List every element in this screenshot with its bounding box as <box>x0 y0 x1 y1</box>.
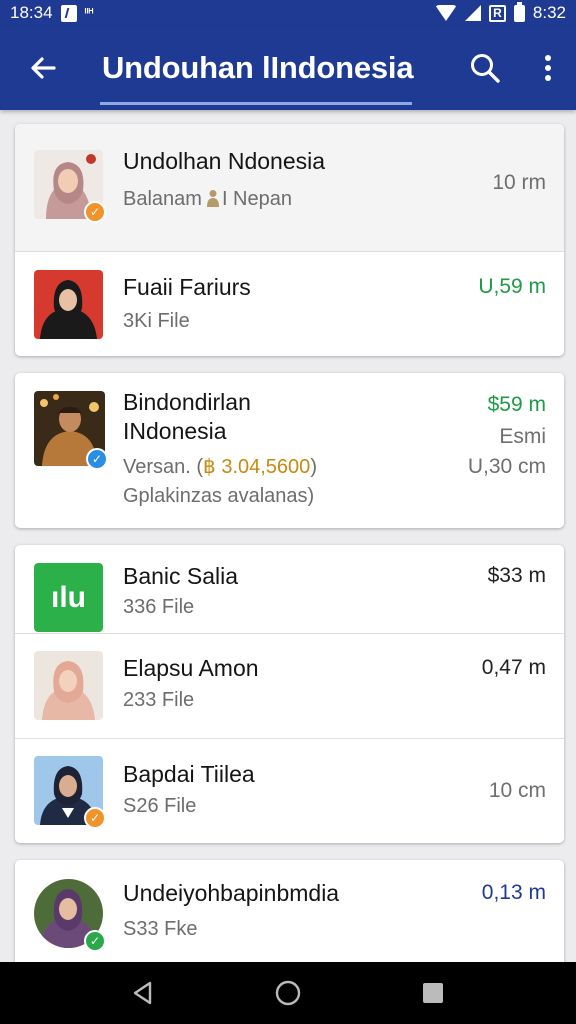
item-name: Banic Salia <box>123 563 239 589</box>
list-item[interactable]: Elapsu Amon 233 File 0,47 m <box>15 634 564 739</box>
item-name: Elapsu Amon <box>123 655 259 681</box>
signal-icon <box>464 5 481 21</box>
list-card: ✓ Bindondirlan INdonesia Versan. (฿ 3.04… <box>15 373 564 528</box>
nav-recents-button[interactable] <box>413 973 453 1013</box>
item-name-line1: Bindondirlan <box>123 389 251 415</box>
item-subtitle: 336 File <box>123 596 195 618</box>
app-logo: ılu <box>34 563 103 632</box>
item-subtitle: S33 Fke <box>123 918 198 940</box>
wifi-icon <box>434 5 457 21</box>
square-recents-icon <box>423 983 444 1003</box>
circle-home-icon <box>275 980 301 1006</box>
arrow-left-icon <box>31 57 56 79</box>
item-description: Gplakinzas avalanas) <box>123 485 315 507</box>
back-button[interactable] <box>0 26 86 110</box>
item-name: Undeiyohbapinbmdia <box>123 880 340 906</box>
item-name-line2: INdonesia <box>123 418 227 444</box>
search-button[interactable] <box>450 26 520 110</box>
avatar: ✓ <box>34 150 106 223</box>
person-icon <box>206 190 219 207</box>
verified-badge-icon: ✓ <box>86 448 108 470</box>
item-duration: U,30 cm <box>467 455 546 478</box>
item-name: Fuaii Fariurs <box>123 274 251 300</box>
verified-badge-icon: ✓ <box>84 201 106 223</box>
download-list[interactable]: ✓ Undolhan Ndonesia Balanam I Nepan 10 rm… <box>0 110 576 962</box>
item-subtitle: S26 File <box>123 795 197 817</box>
list-card: ✓ Undolhan Ndonesia Balanam I Nepan 10 rm… <box>15 124 564 356</box>
notification-icon <box>60 4 77 22</box>
status-time-right: 8:32 <box>532 3 566 22</box>
item-name: Undolhan Ndonesia <box>123 148 326 174</box>
status-bar: 18:34 ᴵᴵᴴ R 8:32 <box>0 0 576 26</box>
item-extra: Esmi <box>499 425 546 448</box>
list-item[interactable]: ılu Banic Salia 336 File $33 m <box>15 545 564 634</box>
avatar <box>34 651 103 720</box>
list-item[interactable]: ✓ Bindondirlan INdonesia Versan. (฿ 3.04… <box>15 373 564 528</box>
page-title: Undouhan lIndonesia <box>102 50 414 85</box>
item-version: Versan. (฿ 3.04,5600) <box>123 456 317 478</box>
data-saver-icon: R <box>488 4 506 22</box>
list-item[interactable]: ✓ Undeiyohbapinbmdia S33 Fke 0,13 m <box>15 860 564 962</box>
avatar: ✓ <box>34 756 106 829</box>
list-item[interactable]: Fuaii Fariurs 3Ki File U,59 m <box>15 252 564 356</box>
battery-icon <box>513 1 525 22</box>
status-time-left: 18:34 <box>10 3 53 22</box>
list-item[interactable]: ✓ Undolhan Ndonesia Balanam I Nepan 10 rm <box>15 124 564 252</box>
more-options-button[interactable] <box>520 26 576 110</box>
verified-badge-icon: ✓ <box>84 930 106 952</box>
search-icon <box>471 54 500 83</box>
item-size: 0,13 m <box>481 881 546 904</box>
nav-back-button[interactable] <box>123 973 163 1013</box>
status-small-text: ᴵᴵᴴ <box>84 7 94 19</box>
item-size: $33 m <box>487 564 546 587</box>
nav-home-button[interactable] <box>268 973 308 1013</box>
item-size: $59 m <box>487 393 546 416</box>
avatar <box>34 270 103 339</box>
item-name: Bapdai Tiilea <box>123 761 255 787</box>
app-bar: Undouhan lIndonesia <box>0 26 576 110</box>
avatar: ✓ <box>34 879 106 952</box>
item-size: U,59 m <box>478 275 546 298</box>
list-item[interactable]: ✓ Bapdai Tiilea S26 File 10 cm <box>15 739 564 843</box>
list-card: ılu Banic Salia 336 File $33 m Elapsu Am… <box>15 545 564 843</box>
item-size: 0,47 m <box>481 656 546 679</box>
title-tab[interactable]: Undouhan lIndonesia <box>86 26 416 110</box>
verified-badge-icon: ✓ <box>84 807 106 829</box>
item-size: 10 cm <box>488 779 546 802</box>
avatar: ✓ <box>34 391 108 470</box>
item-size: 10 rm <box>492 171 546 194</box>
item-subtitle: Balanam I Nepan <box>123 188 292 210</box>
triangle-back-icon <box>133 981 151 1005</box>
tab-indicator <box>100 102 412 105</box>
item-subtitle: 233 File <box>123 689 195 711</box>
system-nav-bar <box>0 962 576 1024</box>
item-subtitle: 3Ki File <box>123 310 190 332</box>
list-card: ✓ Undeiyohbapinbmdia S33 Fke 0,13 m <box>15 860 564 962</box>
more-vert-icon <box>545 55 551 81</box>
